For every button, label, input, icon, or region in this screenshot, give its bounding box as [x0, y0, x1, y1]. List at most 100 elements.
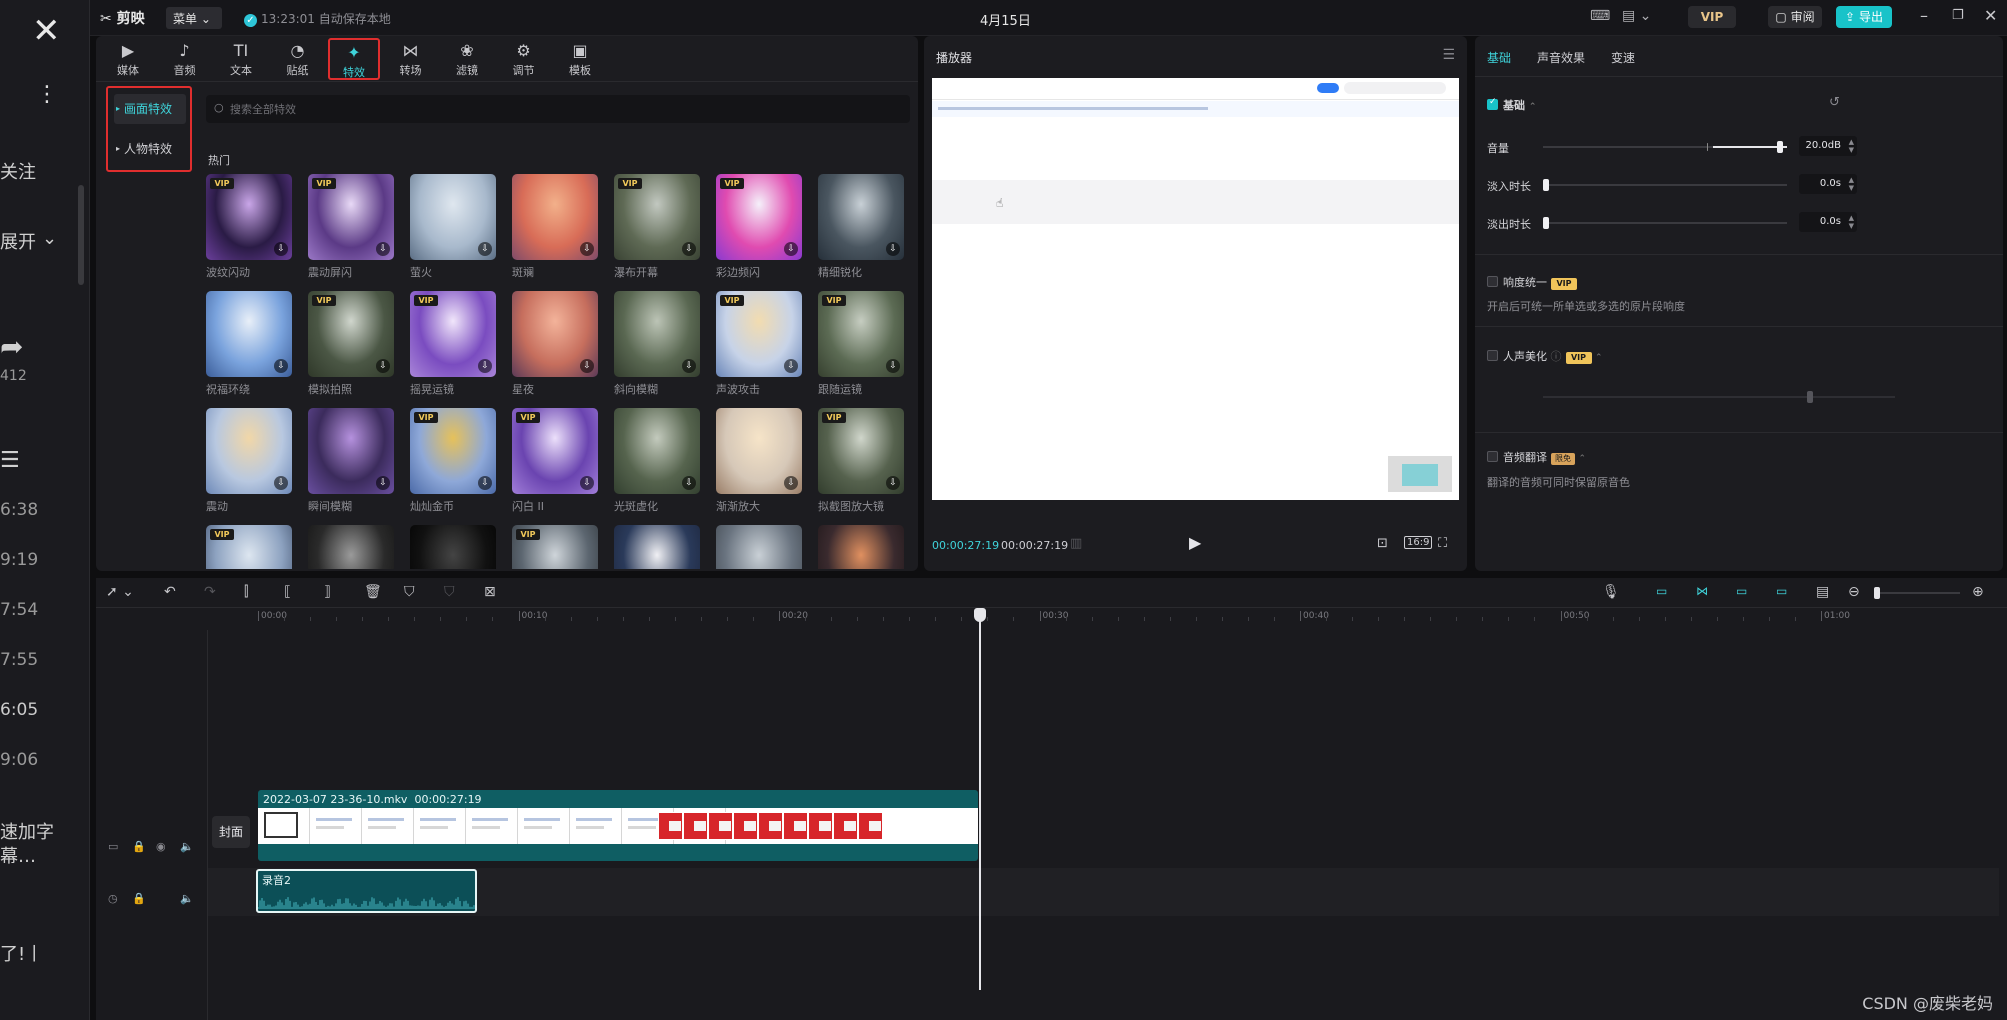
category-scene-effects[interactable]: 画面特效: [114, 94, 186, 124]
download-icon[interactable]: ⇩: [478, 359, 492, 373]
basic-checkbox[interactable]: [1487, 97, 1498, 110]
window-close-icon[interactable]: ✕: [1984, 6, 1997, 25]
download-icon[interactable]: ⇩: [784, 359, 798, 373]
download-icon[interactable]: ⇩: [886, 476, 900, 490]
subtitle-icon[interactable]: ▤: [1816, 584, 1829, 600]
time-ruler[interactable]: 00:00 00:10 00:20 00:30 00:40 00:50 01:00: [96, 608, 2007, 630]
preview-axis-icon[interactable]: ▭: [1776, 584, 1787, 598]
download-icon[interactable]: ⇩: [784, 476, 798, 490]
fade-out-value[interactable]: 0.0s ▲ ▼: [1799, 212, 1857, 232]
export-button[interactable]: ⇪ 导出: [1836, 6, 1892, 28]
download-icon[interactable]: ⇩: [274, 476, 288, 490]
restore-icon[interactable]: ❐: [1952, 8, 1964, 23]
category-person-effects[interactable]: 人物特效: [114, 134, 186, 164]
download-icon[interactable]: ⇩: [580, 359, 594, 373]
effect-card[interactable]: VIP ⇩ 波纹闪动: [206, 174, 292, 280]
effect-card[interactable]: [614, 525, 700, 569]
download-icon[interactable]: ⇩: [886, 359, 900, 373]
cover-button[interactable]: 封面: [212, 816, 250, 848]
effect-search-input[interactable]: ○ 搜索全部特效: [206, 95, 910, 123]
list-icon[interactable]: ☰: [0, 448, 20, 473]
tool-5[interactable]: ⋈ 转场: [385, 38, 437, 80]
microphone-icon[interactable]: 🎙: [1602, 584, 1620, 600]
effect-card[interactable]: ⇩ 斜向模糊: [614, 291, 700, 397]
effect-card[interactable]: VIP ⇩ 模拟拍照: [308, 291, 394, 397]
strip-text-expand[interactable]: 展开: [0, 228, 36, 254]
fade-out-slider[interactable]: [1543, 217, 1787, 229]
voice-beauty-slider[interactable]: [1543, 391, 1895, 403]
review-button[interactable]: ▢ 审阅: [1768, 6, 1822, 28]
effect-card[interactable]: [308, 525, 394, 569]
keyboard-icon[interactable]: ⌨: [1590, 8, 1610, 24]
effect-card[interactable]: VIP ⇩ 闪白 II: [512, 408, 598, 514]
screenshot-icon[interactable]: ⊡: [1377, 536, 1388, 551]
effect-card[interactable]: ⇩ 震动: [206, 408, 292, 514]
marker-icon[interactable]: ⛉: [404, 584, 415, 600]
video-clip[interactable]: 2022-03-07 23-36-10.mkv 00:00:27:19: [258, 790, 978, 861]
lock-icon[interactable]: 🔒: [132, 892, 146, 905]
effect-card[interactable]: ⇩ 祝福环绕: [206, 291, 292, 397]
download-icon[interactable]: ⇩: [274, 242, 288, 256]
effect-card[interactable]: VIP: [512, 525, 598, 569]
download-icon[interactable]: ⇩: [376, 242, 390, 256]
zoom-slider[interactable]: [1874, 587, 1960, 599]
share-icon[interactable]: ➦: [0, 330, 23, 363]
effect-card[interactable]: ⇩ 瞬间模糊: [308, 408, 394, 514]
close-icon[interactable]: ✕: [32, 14, 61, 48]
fade-in-value[interactable]: 0.0s ▲ ▼: [1799, 174, 1857, 194]
download-icon[interactable]: ⇩: [478, 476, 492, 490]
volume-slider[interactable]: [1543, 141, 1787, 153]
tool-0[interactable]: ▶ 媒体: [102, 38, 154, 80]
tool-1[interactable]: ♪ 音频: [159, 38, 211, 80]
eye-icon[interactable]: ◉: [156, 840, 166, 853]
effect-card[interactable]: VIP ⇩ 灿灿金币: [410, 408, 496, 514]
speaker-icon[interactable]: 🔈: [180, 892, 194, 905]
minimize-icon[interactable]: –: [1920, 6, 1928, 25]
speaker-icon[interactable]: 🔈: [180, 840, 194, 853]
volume-value[interactable]: 20.0dB ▲ ▼: [1799, 136, 1857, 156]
voice-beauty-checkbox[interactable]: [1487, 350, 1498, 361]
tool-2[interactable]: TI 文本: [215, 38, 267, 80]
effect-card[interactable]: [410, 525, 496, 569]
aspect-ratio-button[interactable]: 16:9: [1404, 536, 1433, 549]
layout-icon[interactable]: ▤ ⌄: [1622, 8, 1651, 24]
download-icon[interactable]: ⇩: [784, 242, 798, 256]
undo-icon[interactable]: ↶: [164, 584, 176, 600]
download-icon[interactable]: ⇩: [886, 242, 900, 256]
zoom-out-icon[interactable]: ⊖: [1848, 584, 1860, 600]
trim-left-icon[interactable]: ⟦: [284, 584, 291, 600]
fade-in-slider[interactable]: [1543, 179, 1787, 191]
download-icon[interactable]: ⇩: [682, 242, 696, 256]
download-icon[interactable]: ⇩: [580, 242, 594, 256]
waveform-icon[interactable]: ▥: [1070, 536, 1082, 551]
effect-card[interactable]: ⇩ 精细锐化: [818, 174, 904, 280]
tool-4[interactable]: ✦ 特效: [328, 38, 380, 80]
strip-scrollbar[interactable]: [78, 185, 84, 285]
fullscreen-icon[interactable]: ⛶: [1438, 536, 1447, 551]
effect-card[interactable]: VIP ⇩ 跟随运镜: [818, 291, 904, 397]
effect-card[interactable]: VIP ⇩ 震动屏闪: [308, 174, 394, 280]
split-icon[interactable]: ⫿: [244, 584, 248, 600]
effect-card[interactable]: [818, 525, 904, 569]
effect-card[interactable]: [716, 525, 802, 569]
zoom-in-icon[interactable]: ⊕: [1972, 584, 1984, 600]
project-title[interactable]: 4月15日: [980, 10, 1031, 29]
preview-screen[interactable]: ☝: [932, 78, 1459, 500]
effect-card[interactable]: VIP ⇩ 瀑布开幕: [614, 174, 700, 280]
translate-checkbox[interactable]: [1487, 451, 1498, 462]
play-icon[interactable]: ▶: [1189, 533, 1201, 552]
crop-icon[interactable]: ⊠: [484, 584, 496, 600]
strip-text-follow[interactable]: 关注: [0, 158, 36, 184]
effect-card[interactable]: VIP ⇩ 彩边频闪: [716, 174, 802, 280]
tab-sound-effects[interactable]: 声音效果: [1537, 49, 1585, 66]
effect-card[interactable]: ⇩ 星夜: [512, 291, 598, 397]
audio-clip[interactable]: 录音2: [256, 869, 477, 913]
download-icon[interactable]: ⇩: [376, 359, 390, 373]
effect-card[interactable]: ⇩ 渐渐放大: [716, 408, 802, 514]
effect-card[interactable]: VIP ⇩ 拟截图放大镜: [818, 408, 904, 514]
effect-card[interactable]: ⇩ 斑斓: [512, 174, 598, 280]
link-main-track-icon[interactable]: ▭: [1656, 584, 1667, 598]
playhead[interactable]: [974, 608, 986, 990]
tool-7[interactable]: ⚙ 调节: [498, 38, 550, 80]
download-icon[interactable]: ⇩: [682, 359, 696, 373]
